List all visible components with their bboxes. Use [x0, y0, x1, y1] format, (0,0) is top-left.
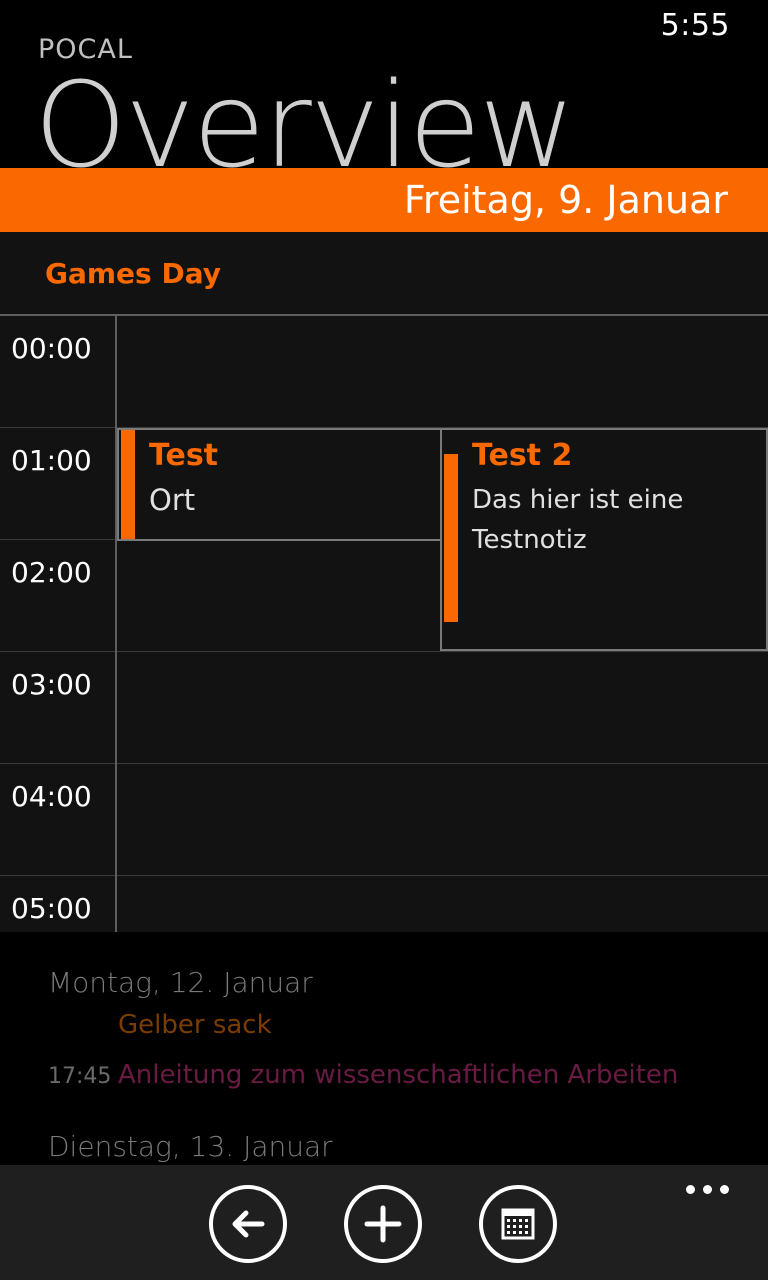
event-title: Test: [149, 438, 219, 473]
agenda-day-header: Dienstag, 13. Januar: [48, 1130, 333, 1163]
hour-label: 03:00: [11, 668, 92, 701]
day-view: Games Day 00:00 01:00 02:00 03:00 04:00 …: [0, 232, 768, 932]
hour-label: 05:00: [11, 892, 92, 925]
more-icon[interactable]: [684, 1179, 732, 1199]
add-icon: [364, 1205, 402, 1243]
event-location: Ort: [149, 483, 196, 517]
hour-label: 02:00: [11, 556, 92, 589]
date-header-label: Freitag, 9. Januar: [403, 178, 728, 222]
calendar-button[interactable]: [479, 1185, 557, 1263]
hour-label: 01:00: [11, 444, 92, 477]
date-header[interactable]: Freitag, 9. Januar: [0, 168, 768, 232]
hour-label: 00:00: [11, 332, 92, 365]
page-title: Overview: [34, 56, 576, 194]
all-day-event[interactable]: Games Day: [0, 232, 768, 316]
event-color-bar: [121, 430, 135, 539]
hour-grid: 00:00 01:00 02:00 03:00 04:00 05:00 Test…: [0, 316, 768, 932]
agenda-day-header: Montag, 12. Januar: [48, 966, 313, 999]
hour-label: 04:00: [11, 780, 92, 813]
event-note-line: Das hier ist eine: [472, 485, 684, 515]
all-day-event-title: Games Day: [45, 256, 221, 290]
agenda-list: Montag, 12. Januar Gelber sack 17:45 Anl…: [0, 932, 768, 1165]
add-button[interactable]: [344, 1185, 422, 1263]
back-arrow-icon: [232, 1210, 265, 1238]
event-color-bar: [444, 454, 458, 622]
agenda-item-time: 17:45: [48, 1064, 112, 1089]
app-bar: [0, 1165, 768, 1280]
time-column-divider: [115, 316, 117, 932]
agenda-item[interactable]: Anleitung zum wissenschaftlichen Arbeite…: [118, 1060, 678, 1090]
status-clock: 5:55: [660, 8, 730, 43]
back-button[interactable]: [209, 1185, 287, 1263]
event-note-line: Testnotiz: [472, 525, 587, 555]
agenda-item[interactable]: Gelber sack: [118, 1010, 272, 1040]
calendar-icon: [501, 1208, 535, 1240]
event-test[interactable]: Test Ort: [117, 428, 443, 541]
event-title: Test 2: [472, 438, 573, 473]
event-test-2[interactable]: Test 2 Das hier ist eine Testnotiz: [440, 428, 768, 651]
